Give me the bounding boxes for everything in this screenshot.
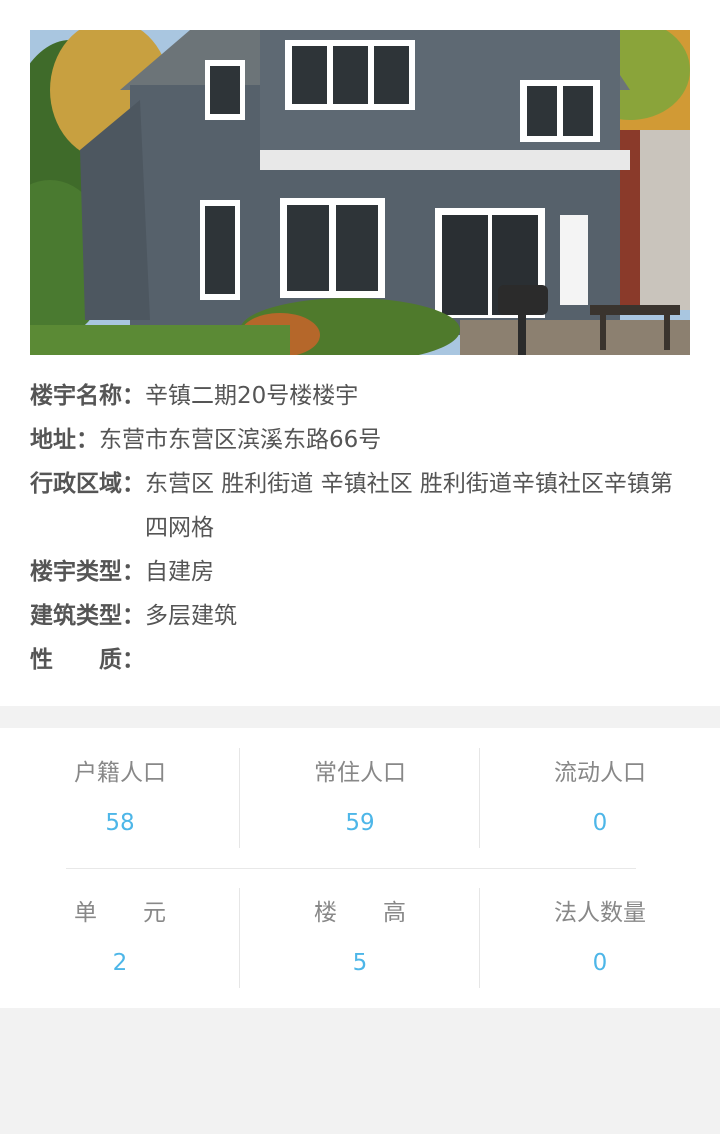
info-row-nature: 性 质： bbox=[30, 638, 690, 682]
stat-units[interactable]: 单 元 2 bbox=[0, 888, 240, 988]
info-row-building-name: 楼宇名称： 辛镇二期20号楼楼宇 bbox=[30, 374, 690, 418]
stat-value: 59 bbox=[345, 810, 375, 836]
region-label: 行政区域： bbox=[30, 471, 145, 497]
nature-label: 性 质： bbox=[30, 647, 145, 673]
info-row-architecture-type: 建筑类型： 多层建筑 bbox=[30, 594, 690, 638]
building-type-label: 楼宇类型： bbox=[30, 559, 145, 585]
stat-label: 常住人口 bbox=[314, 760, 406, 786]
architecture-type-value: 多层建筑 bbox=[145, 603, 237, 629]
stats-divider bbox=[66, 868, 636, 869]
building-photo bbox=[30, 30, 690, 355]
stats-row-population: 户籍人口 58 常住人口 59 流动人口 0 bbox=[0, 748, 720, 848]
stat-label: 法人数量 bbox=[554, 900, 646, 926]
stat-legal-entities[interactable]: 法人数量 0 bbox=[480, 888, 720, 988]
stat-value: 5 bbox=[352, 950, 368, 976]
stat-floors[interactable]: 楼 高 5 bbox=[240, 888, 480, 988]
region-value: 东营区 胜利街道 辛镇社区 胜利街道辛镇社区辛镇第四网格 bbox=[145, 471, 673, 541]
stat-resident-population[interactable]: 常住人口 59 bbox=[240, 748, 480, 848]
building-type-value: 自建房 bbox=[145, 559, 214, 585]
building-name-label: 楼宇名称： bbox=[30, 383, 145, 409]
population-stats-card: 户籍人口 58 常住人口 59 流动人口 0 单 元 2 楼 高 5 法人数量 … bbox=[0, 728, 720, 1008]
stats-row-building: 单 元 2 楼 高 5 法人数量 0 bbox=[0, 888, 720, 988]
info-row-building-type: 楼宇类型： 自建房 bbox=[30, 550, 690, 594]
architecture-type-label: 建筑类型： bbox=[30, 603, 145, 629]
stat-value: 58 bbox=[105, 810, 135, 836]
address-label: 地址： bbox=[30, 427, 99, 453]
stat-label: 户籍人口 bbox=[74, 760, 166, 786]
stat-registered-population[interactable]: 户籍人口 58 bbox=[0, 748, 240, 848]
info-row-region: 行政区域： 东营区 胜利街道 辛镇社区 胜利街道辛镇社区辛镇第四网格 bbox=[30, 462, 690, 550]
stat-value: 2 bbox=[112, 950, 128, 976]
address-value: 东营市东营区滨溪东路66号 bbox=[99, 427, 382, 453]
stat-value: 0 bbox=[592, 810, 608, 836]
info-row-address: 地址： 东营市东营区滨溪东路66号 bbox=[30, 418, 690, 462]
stat-value: 0 bbox=[592, 950, 608, 976]
stat-label: 楼 高 bbox=[314, 900, 406, 926]
stat-label: 流动人口 bbox=[554, 760, 646, 786]
building-info-card: 楼宇名称： 辛镇二期20号楼楼宇 地址： 东营市东营区滨溪东路66号 行政区域：… bbox=[0, 0, 720, 706]
stat-label: 单 元 bbox=[74, 900, 166, 926]
page-bottom-area bbox=[0, 1008, 720, 1134]
building-name-value: 辛镇二期20号楼楼宇 bbox=[145, 383, 359, 409]
stat-floating-population[interactable]: 流动人口 0 bbox=[480, 748, 720, 848]
building-info-list: 楼宇名称： 辛镇二期20号楼楼宇 地址： 东营市东营区滨溪东路66号 行政区域：… bbox=[30, 374, 690, 682]
